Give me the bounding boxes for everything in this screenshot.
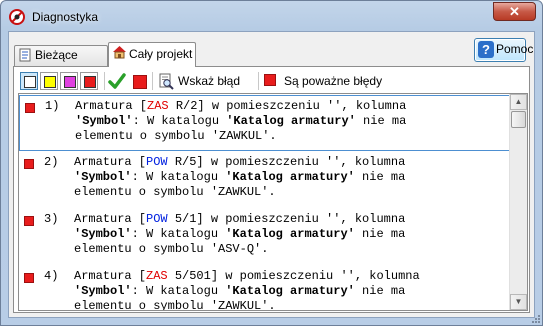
help-label: Pomoc	[496, 42, 534, 56]
filter-white-button[interactable]	[20, 72, 38, 90]
title-bar[interactable]: Diagnostyka ✕	[1, 1, 542, 31]
red-square-icon	[264, 74, 276, 86]
scroll-up-arrow-icon[interactable]: ▲	[510, 94, 527, 110]
item-text: Armatura [ZAS 5/501] w pomieszczeniu '',…	[74, 269, 420, 311]
error-square-icon	[24, 273, 34, 283]
list-item[interactable]: 2) Armatura [POW R/5] w pomieszczeniu ''…	[19, 152, 513, 208]
item-number: 3)	[44, 212, 59, 226]
window-title: Diagnostyka	[32, 10, 99, 24]
red-square-icon	[133, 75, 147, 89]
vertical-scrollbar[interactable]: ▲ ▼	[509, 94, 527, 310]
item-number: 1)	[45, 99, 60, 113]
item-code: POW	[146, 155, 168, 169]
toolbar: Wskaż błąd Są poważne błędy	[18, 69, 518, 93]
checkmark-icon[interactable]	[108, 72, 126, 90]
show-error-label: Wskaż błąd	[178, 74, 241, 88]
severity-label: Są poważne błędy	[284, 74, 383, 88]
scroll-down-arrow-icon[interactable]: ▼	[510, 294, 527, 310]
no-entry-icon	[9, 9, 25, 25]
list-item[interactable]: 1) Armatura [ZAS R/2] w pomieszczeniu ''…	[19, 95, 513, 151]
filter-yellow-button[interactable]	[40, 72, 58, 90]
scrollbar-thumb[interactable]	[511, 111, 526, 128]
filter-red-button[interactable]	[80, 72, 98, 90]
tab-whole-project[interactable]: Cały projekt	[108, 42, 196, 67]
tab-panel: Wskaż błąd Są poważne błędy 1) Armatura …	[13, 66, 530, 313]
error-square-icon	[24, 216, 34, 226]
item-code: ZAS	[146, 269, 168, 283]
dialog-client: Bieżące dane Cały projekt ? Pomoc	[8, 31, 535, 318]
item-number: 4)	[44, 269, 59, 283]
yellow-swatch	[44, 76, 56, 88]
document-icon	[19, 48, 31, 62]
toolbar-separator	[258, 72, 259, 90]
magenta-swatch	[64, 76, 76, 88]
item-text: Armatura [POW 5/1] w pomieszczeniu '', k…	[74, 212, 406, 256]
house-icon	[113, 46, 126, 59]
tab-current-data[interactable]: Bieżące dane	[14, 45, 108, 81]
red-swatch	[84, 76, 96, 88]
close-icon: ✕	[509, 4, 520, 19]
severity-toggle-button[interactable]	[130, 72, 148, 90]
tab-label: Cały projekt	[129, 47, 193, 61]
error-square-icon	[24, 159, 34, 169]
white-swatch	[24, 76, 36, 88]
diagnostics-window: Diagnostyka ✕ Bieżące dane Cały projekt …	[0, 0, 543, 326]
error-list[interactable]: 1) Armatura [ZAS R/2] w pomieszczeniu ''…	[18, 93, 528, 311]
list-item[interactable]: 3) Armatura [POW 5/1] w pomieszczeniu ''…	[19, 209, 513, 265]
error-square-icon	[25, 103, 35, 113]
list-item[interactable]: 4) Armatura [ZAS 5/501] w pomieszczeniu …	[19, 266, 513, 311]
item-number: 2)	[44, 155, 59, 169]
item-text: Armatura [POW R/5] w pomieszczeniu '', k…	[74, 155, 406, 199]
toolbar-separator	[152, 72, 153, 90]
toolbar-separator	[104, 72, 105, 90]
resize-grip-icon[interactable]	[530, 313, 540, 323]
close-button[interactable]: ✕	[493, 2, 536, 21]
magnifier-document-icon	[159, 73, 174, 90]
filter-magenta-button[interactable]	[60, 72, 78, 90]
item-code: ZAS	[147, 99, 169, 113]
item-text: Armatura [ZAS R/2] w pomieszczeniu '', k…	[75, 99, 407, 143]
help-icon: ?	[478, 41, 494, 58]
help-button[interactable]: ? Pomoc	[474, 38, 533, 62]
item-code: POW	[146, 212, 168, 226]
